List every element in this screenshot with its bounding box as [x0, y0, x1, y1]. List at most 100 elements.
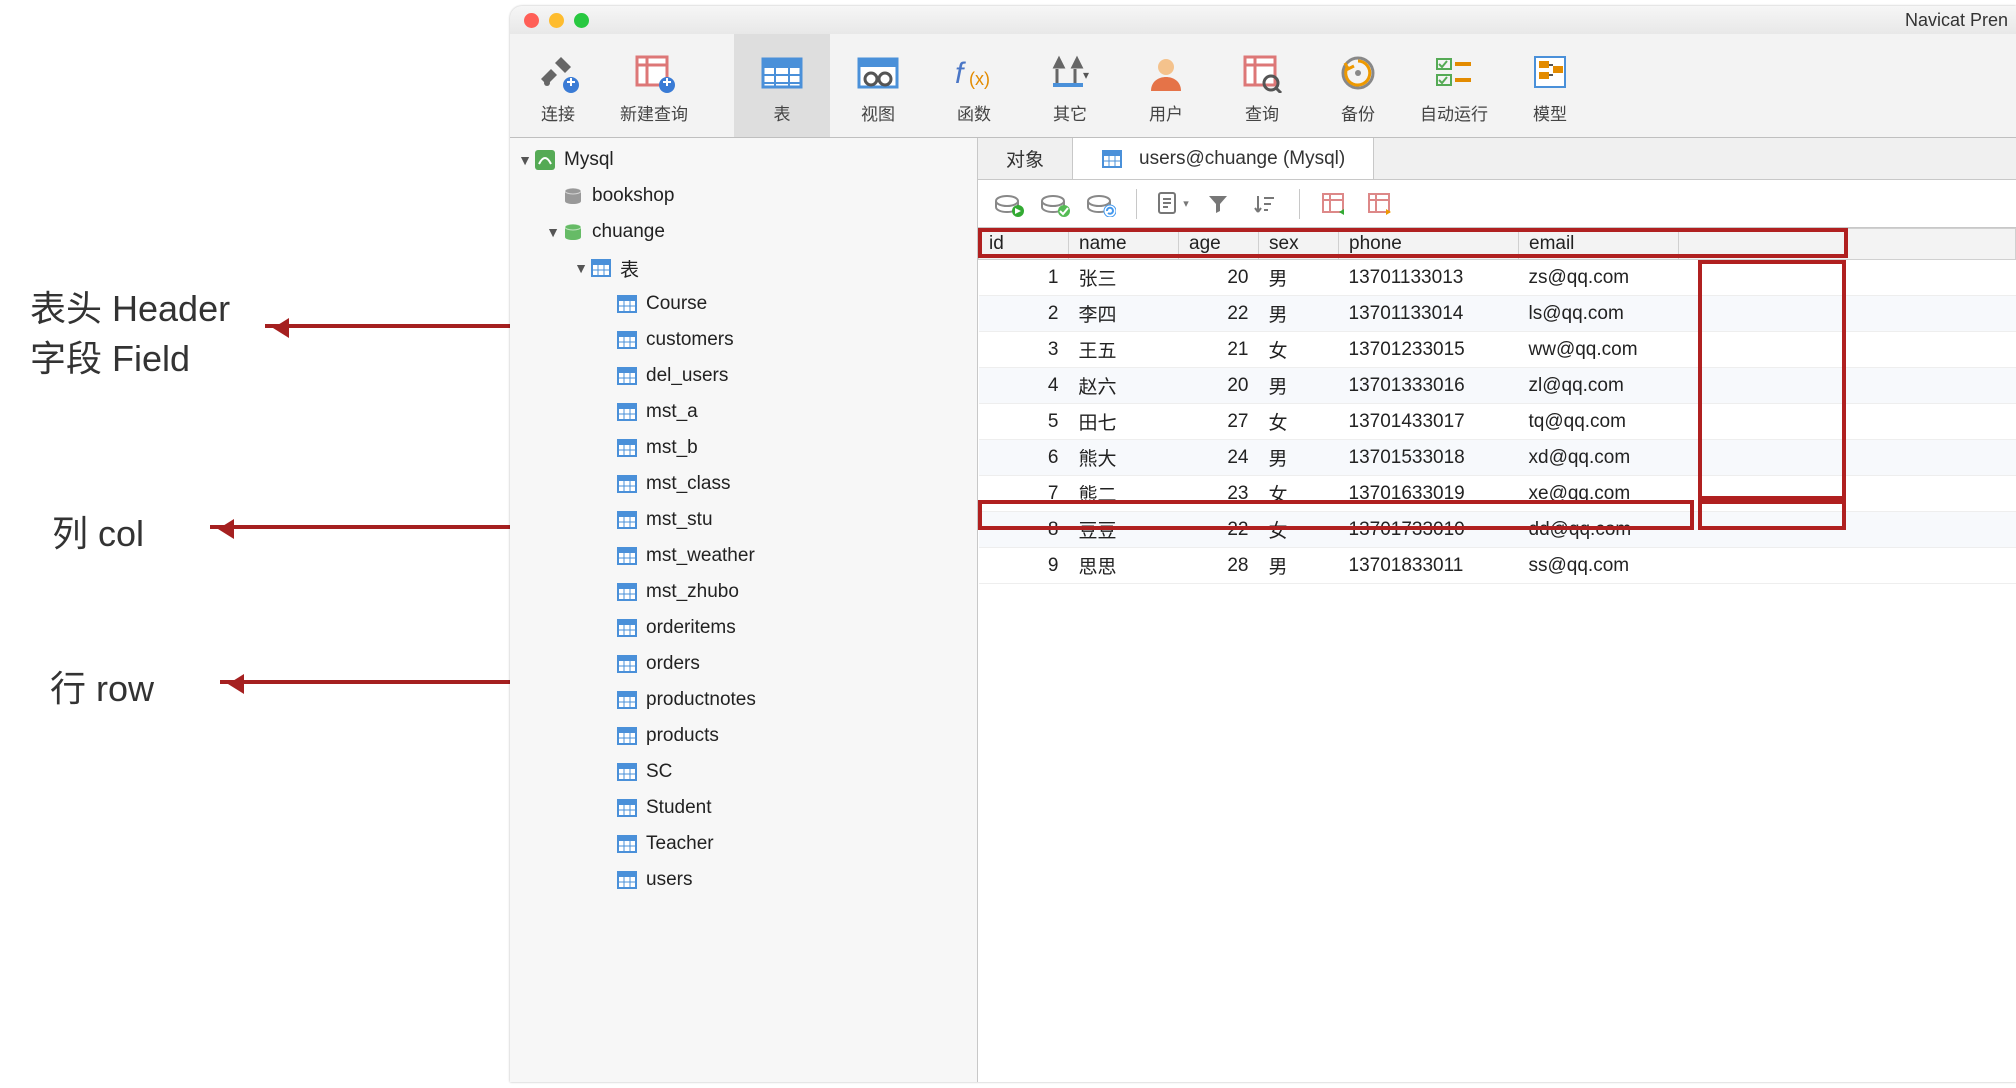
cell-phone[interactable]: 13701133014 [1339, 296, 1519, 332]
cell-id[interactable]: 7 [979, 476, 1069, 512]
table-row[interactable]: 8 豆豆 22 女 13701733010 dd@qq.com [979, 512, 2016, 548]
tab-users-table[interactable]: users@chuange (Mysql) [1073, 138, 1374, 179]
cell-email[interactable]: tq@qq.com [1519, 404, 1679, 440]
cell-age[interactable]: 21 [1179, 332, 1259, 368]
minimize-icon[interactable] [549, 13, 564, 28]
cell-name[interactable]: 熊二 [1069, 476, 1179, 512]
cell-name[interactable]: 熊大 [1069, 440, 1179, 476]
table-row[interactable]: 1 张三 20 男 13701133013 zs@qq.com [979, 260, 2016, 296]
cell-sex[interactable]: 男 [1259, 548, 1339, 584]
sort-icon[interactable] [1243, 186, 1285, 222]
tree-table[interactable]: products [510, 718, 977, 754]
close-icon[interactable] [524, 13, 539, 28]
cell-id[interactable]: 8 [979, 512, 1069, 548]
cell-id[interactable]: 3 [979, 332, 1069, 368]
cell-phone[interactable]: 13701633019 [1339, 476, 1519, 512]
cell-age[interactable]: 23 [1179, 476, 1259, 512]
cell-id[interactable]: 6 [979, 440, 1069, 476]
cell-age[interactable]: 20 [1179, 260, 1259, 296]
cell-name[interactable]: 赵六 [1069, 368, 1179, 404]
cell-age[interactable]: 28 [1179, 548, 1259, 584]
tree-table[interactable]: Course [510, 286, 977, 322]
export-icon[interactable]: ▾ [1151, 186, 1193, 222]
cell-name[interactable]: 王五 [1069, 332, 1179, 368]
cell-email[interactable]: ww@qq.com [1519, 332, 1679, 368]
tree-table[interactable]: del_users [510, 358, 977, 394]
cell-sex[interactable]: 男 [1259, 260, 1339, 296]
cell-sex[interactable]: 男 [1259, 296, 1339, 332]
cell-phone[interactable]: 13701733010 [1339, 512, 1519, 548]
cell-phone[interactable]: 13701233015 [1339, 332, 1519, 368]
toolbar-backup[interactable]: 备份 [1310, 34, 1406, 137]
refresh-db-icon[interactable] [1080, 186, 1122, 222]
column-header-sex[interactable]: sex [1259, 229, 1339, 260]
cell-id[interactable]: 5 [979, 404, 1069, 440]
cell-id[interactable]: 9 [979, 548, 1069, 584]
commit-icon[interactable] [1034, 186, 1076, 222]
cell-age[interactable]: 22 [1179, 512, 1259, 548]
cell-phone[interactable]: 13701133013 [1339, 260, 1519, 296]
tree-table[interactable]: mst_weather [510, 538, 977, 574]
cell-email[interactable]: ls@qq.com [1519, 296, 1679, 332]
cell-phone[interactable]: 13701433017 [1339, 404, 1519, 440]
table-row[interactable]: 3 王五 21 女 13701233015 ww@qq.com [979, 332, 2016, 368]
cell-age[interactable]: 22 [1179, 296, 1259, 332]
filter-icon[interactable] [1197, 186, 1239, 222]
tree-table[interactable]: SC [510, 754, 977, 790]
cell-id[interactable]: 4 [979, 368, 1069, 404]
tree-table[interactable]: Student [510, 790, 977, 826]
toolbar-connect[interactable]: 连接 [510, 34, 606, 137]
toolbar-query[interactable]: 查询 [1214, 34, 1310, 137]
cell-age[interactable]: 20 [1179, 368, 1259, 404]
tree-table[interactable]: orders [510, 646, 977, 682]
cell-sex[interactable]: 女 [1259, 476, 1339, 512]
cell-id[interactable]: 1 [979, 260, 1069, 296]
tree-table[interactable]: customers [510, 322, 977, 358]
cell-age[interactable]: 27 [1179, 404, 1259, 440]
zoom-icon[interactable] [574, 13, 589, 28]
cell-id[interactable]: 2 [979, 296, 1069, 332]
cell-sex[interactable]: 女 [1259, 332, 1339, 368]
column-header-id[interactable]: id [979, 229, 1069, 260]
column-header-email[interactable]: email [1519, 229, 1679, 260]
cell-sex[interactable]: 男 [1259, 440, 1339, 476]
table-row[interactable]: 2 李四 22 男 13701133014 ls@qq.com [979, 296, 2016, 332]
tree-database[interactable]: bookshop [510, 178, 977, 214]
toolbar-view[interactable]: 视图 [830, 34, 926, 137]
cell-name[interactable]: 思思 [1069, 548, 1179, 584]
connection-tree[interactable]: ▼Mysqlbookshop▼chuange▼表Coursecustomersd… [510, 138, 978, 1082]
tree-table[interactable]: mst_stu [510, 502, 977, 538]
tree-table[interactable]: Teacher [510, 826, 977, 862]
cell-email[interactable]: dd@qq.com [1519, 512, 1679, 548]
tree-group-tables[interactable]: ▼表 [510, 250, 977, 286]
cell-email[interactable]: zs@qq.com [1519, 260, 1679, 296]
cell-email[interactable]: xd@qq.com [1519, 440, 1679, 476]
cell-phone[interactable]: 13701533018 [1339, 440, 1519, 476]
tree-table[interactable]: mst_a [510, 394, 977, 430]
cell-name[interactable]: 田七 [1069, 404, 1179, 440]
table-row[interactable]: 7 熊二 23 女 13701633019 xe@qq.com [979, 476, 2016, 512]
toolbar-table[interactable]: 表 [734, 34, 830, 137]
tab-objects[interactable]: 对象 [978, 138, 1073, 179]
toolbar-newquery[interactable]: 新建查询 [606, 34, 702, 137]
data-grid[interactable]: idnameagesexphoneemail 1 张三 20 男 1370113… [978, 228, 2016, 584]
import-icon[interactable] [1314, 186, 1356, 222]
cell-name[interactable]: 豆豆 [1069, 512, 1179, 548]
tree-table[interactable]: productnotes [510, 682, 977, 718]
toolbar-function[interactable]: f(x)函数 [926, 34, 1022, 137]
table-row[interactable]: 9 思思 28 男 13701833011 ss@qq.com [979, 548, 2016, 584]
tree-table[interactable]: mst_class [510, 466, 977, 502]
table-row[interactable]: 4 赵六 20 男 13701333016 zl@qq.com [979, 368, 2016, 404]
tree-table[interactable]: users [510, 862, 977, 898]
table-row[interactable]: 6 熊大 24 男 13701533018 xd@qq.com [979, 440, 2016, 476]
cell-email[interactable]: zl@qq.com [1519, 368, 1679, 404]
run-icon[interactable] [988, 186, 1030, 222]
cell-email[interactable]: xe@qq.com [1519, 476, 1679, 512]
column-header-name[interactable]: name [1069, 229, 1179, 260]
column-header-phone[interactable]: phone [1339, 229, 1519, 260]
tree-table[interactable]: orderitems [510, 610, 977, 646]
table-row[interactable]: 5 田七 27 女 13701433017 tq@qq.com [979, 404, 2016, 440]
cell-phone[interactable]: 13701833011 [1339, 548, 1519, 584]
cell-age[interactable]: 24 [1179, 440, 1259, 476]
toolbar-other[interactable]: ▾其它 [1022, 34, 1118, 137]
